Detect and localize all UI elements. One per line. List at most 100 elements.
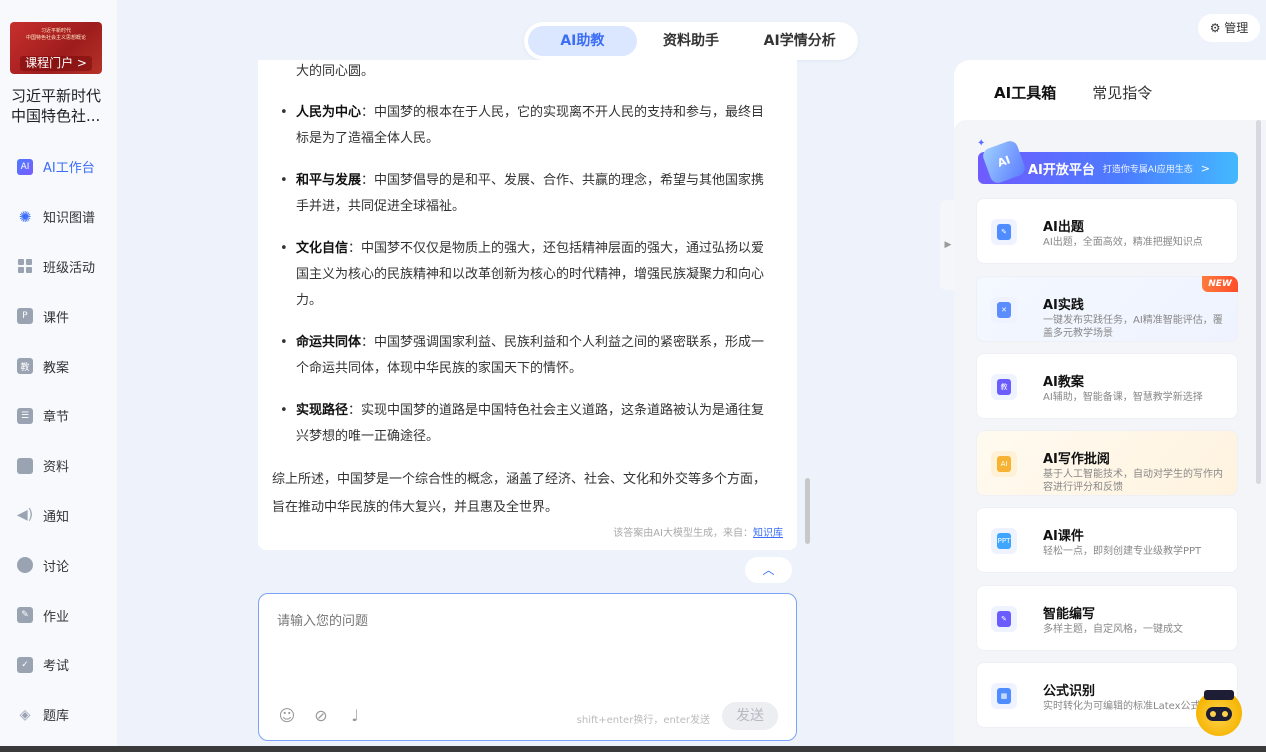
sidebar-item-courseware[interactable]: P 课件	[0, 291, 117, 341]
sidebar-item-label: 讨论	[43, 559, 70, 575]
discussion-icon	[17, 557, 33, 574]
ai-open-platform-banner[interactable]: ✦ AI AI开放平台 打造你专属AI应用生态 >	[977, 138, 1238, 186]
answer-bullet: 实现路径：实现中国梦的道路是中国特色社会主义道路，这条道路被认为是通往复兴梦想的…	[272, 398, 777, 450]
question-input-box: ☺ ⊘ ♩ shift+enter换行，enter发送 发送	[258, 593, 797, 741]
sidebar-item-label: 资料	[43, 460, 70, 476]
answer-text: 大的同心圆。	[296, 64, 375, 79]
chevron-right-icon: >	[1200, 161, 1210, 175]
tool-desc: AI辅助，智能备课，智慧教学新选择	[1043, 392, 1203, 403]
sidebar-item-question-bank[interactable]: ◈ 题库	[0, 690, 117, 740]
sidebar-item-label: AI工作台	[43, 161, 95, 177]
assistant-robot-icon[interactable]	[1196, 690, 1242, 736]
question-input[interactable]	[277, 610, 777, 690]
chevron-up-icon: ︿	[762, 563, 775, 577]
course-title: 习近平新时代中国特色社...	[11, 87, 102, 125]
tool-name: AI写作批阅	[1043, 452, 1110, 467]
speaker-icon: ◀)	[16, 507, 34, 524]
sidebar-item-materials[interactable]: 资料	[0, 441, 117, 491]
manage-button[interactable]: ⚙ 管理	[1198, 14, 1260, 42]
courseware-icon: P	[17, 308, 33, 325]
answer-bullet: 命运共同体：中国梦强调国家利益、民族利益和个人利益之间的紧密联系，形成一个命运共…	[272, 330, 777, 382]
sidebar-item-discussion[interactable]: 讨论	[0, 540, 117, 590]
ai-answer-card: 大的同心圆。 人民为中心：中国梦的根本在于人民，它的实现离不开人民的支持和参与，…	[258, 60, 797, 550]
class-activity-icon	[17, 258, 33, 274]
sidebar-item-chapter[interactable]: ☰ 章节	[0, 391, 117, 441]
sidebar-item-label: 班级活动	[43, 260, 96, 276]
tab-common-commands[interactable]: 常见指令	[1092, 82, 1152, 103]
robot-cap	[1204, 690, 1234, 700]
sidebar-item-label: 题库	[43, 709, 70, 725]
tool-card-ai-question[interactable]: ✎ AI出题 AI出题，全面高效，精准把握知识点	[976, 198, 1238, 264]
triangle-right-icon: ▶	[944, 240, 952, 250]
robot-eyes	[1206, 707, 1232, 721]
bullet-term: 文化自信	[296, 241, 349, 256]
exam-icon: ✓	[17, 656, 33, 673]
lesson-plan-icon: 教	[991, 374, 1017, 400]
send-hint: shift+enter换行，enter发送	[576, 715, 710, 726]
question-bank-icon: ◈	[19, 706, 31, 723]
ai-toolbox-panel: AI工具箱 常见指令 ✦ AI AI开放平台 打造你专属AI应用生态 > ✎ A…	[954, 60, 1266, 752]
sidebar-item-lesson-plan[interactable]: 教 教案	[0, 341, 117, 391]
tool-name: 公式识别	[1043, 684, 1096, 699]
tool-name: AI课件	[1043, 529, 1084, 544]
tool-desc: 轻松一点，即刻创建专业级教学PPT	[1043, 546, 1202, 557]
sidebar-nav: AI AI工作台 ✺ 知识图谱 班级活动 P 课件 教 教案 ☰ 章节 资料 ◀…	[0, 142, 117, 740]
tool-card-ai-practice[interactable]: NEW ✕ AI实践 一键发布实践任务，AI精准智能评估，覆盖多元教学场景	[976, 276, 1238, 342]
sidebar-item-label: 考试	[43, 659, 70, 675]
chapter-icon: ☰	[17, 407, 33, 424]
panel-tabs: AI工具箱 常见指令	[994, 82, 1152, 103]
tool-desc: 多样主题，自定风格，一键成文	[1043, 624, 1183, 635]
source-prefix: 该答案由AI大模型生成，来自：	[613, 528, 753, 539]
tool-name: AI实践	[1043, 298, 1084, 313]
sidebar-item-homework[interactable]: ✎ 作业	[0, 590, 117, 640]
bullet-text: ：中国梦不仅仅是物质上的强大，还包括精神层面的强大，通过弘扬以爱国主义为核心的民…	[296, 241, 765, 308]
tool-desc: AI出题，全面高效，精准把握知识点	[1043, 237, 1203, 248]
folder-icon	[17, 457, 33, 474]
sidebar-item-label: 教案	[43, 360, 70, 376]
gear-icon: ⚙	[1209, 21, 1221, 35]
banner-title: AI开放平台	[1028, 162, 1095, 178]
tool-card-smart-writing[interactable]: ✎ 智能编写 多样主题，自定风格，一键成文	[976, 585, 1238, 651]
knowledge-base-link[interactable]: 知识库	[753, 528, 783, 539]
sidebar-item-ai-workbench[interactable]: AI AI工作台	[0, 142, 117, 192]
bullet-term: 命运共同体	[296, 335, 362, 350]
new-badge: NEW	[1202, 276, 1238, 292]
sidebar-item-class-activity[interactable]: 班级活动	[0, 242, 117, 292]
chat-scrollbar[interactable]	[805, 478, 810, 544]
emoji-icon[interactable]: ☺	[277, 706, 297, 726]
sidebar-item-label: 课件	[43, 310, 70, 326]
writing-review-icon: AI	[991, 451, 1017, 477]
cover-text: 习近平新时代 中国特色社会主义思想概论	[10, 28, 102, 42]
tool-card-ai-lesson-plan[interactable]: 教 AI教案 AI辅助，智能备课，智慧教学新选择	[976, 353, 1238, 419]
tool-card-ai-writing-review[interactable]: AI AI写作批阅 基于人工智能技术，自动对学生的写作内容进行评分和反馈	[976, 430, 1238, 496]
bullet-text: ：中国梦倡导的是和平、发展、合作、共赢的理念，希望与其他国家携手并进，共同促进全…	[296, 173, 765, 214]
tab-ai-learning-analysis[interactable]: AI学情分析	[745, 26, 854, 56]
panel-scrollbar[interactable]	[1256, 120, 1261, 484]
cover-line: 中国特色社会主义思想概论	[25, 35, 86, 41]
course-cover-image[interactable]: 习近平新时代 中国特色社会主义思想概论 课程门户 >	[10, 22, 102, 74]
banner-subtitle: 打造你专属AI应用生态	[1102, 164, 1193, 175]
sidebar: 习近平新时代 中国特色社会主义思想概论 课程门户 > 习近平新时代中国特色社..…	[0, 0, 117, 752]
bullet-text: ：中国梦的根本在于人民，它的实现离不开人民的支持和参与，最终目标是为了造福全体人…	[296, 105, 765, 146]
sidebar-item-label: 作业	[43, 609, 70, 625]
cover-line: 习近平新时代	[40, 28, 71, 34]
tool-name: 智能编写	[1043, 607, 1096, 622]
homework-icon: ✎	[17, 607, 33, 624]
answer-summary: 综上所述，中国梦是一个综合性的概念，涵盖了经济、社会、文化和外交等多个方面，旨在…	[272, 472, 767, 515]
input-toolbar: ☺ ⊘ ♩	[277, 706, 365, 726]
course-portal-button[interactable]: 课程门户 >	[20, 56, 92, 71]
sidebar-item-exam[interactable]: ✓ 考试	[0, 640, 117, 690]
tab-ai-toolbox[interactable]: AI工具箱	[994, 82, 1056, 103]
sidebar-item-knowledge-graph[interactable]: ✺ 知识图谱	[0, 192, 117, 242]
microphone-icon[interactable]: ♩	[345, 706, 365, 726]
sidebar-item-notice[interactable]: ◀) 通知	[0, 491, 117, 541]
tool-card-ai-courseware[interactable]: PPT AI课件 轻松一点，即刻创建专业级教学PPT	[976, 507, 1238, 573]
tab-ai-assistant[interactable]: AI助教	[528, 26, 637, 56]
scroll-up-button[interactable]: ︿	[745, 557, 792, 583]
tab-materials-assistant[interactable]: 资料助手	[637, 26, 746, 56]
practice-icon: ✕	[991, 297, 1017, 323]
sparkle-icon: ✦	[977, 138, 986, 149]
smart-writing-icon: ✎	[991, 606, 1017, 632]
link-icon[interactable]: ⊘	[311, 706, 331, 726]
send-button[interactable]: 发送	[722, 702, 778, 730]
